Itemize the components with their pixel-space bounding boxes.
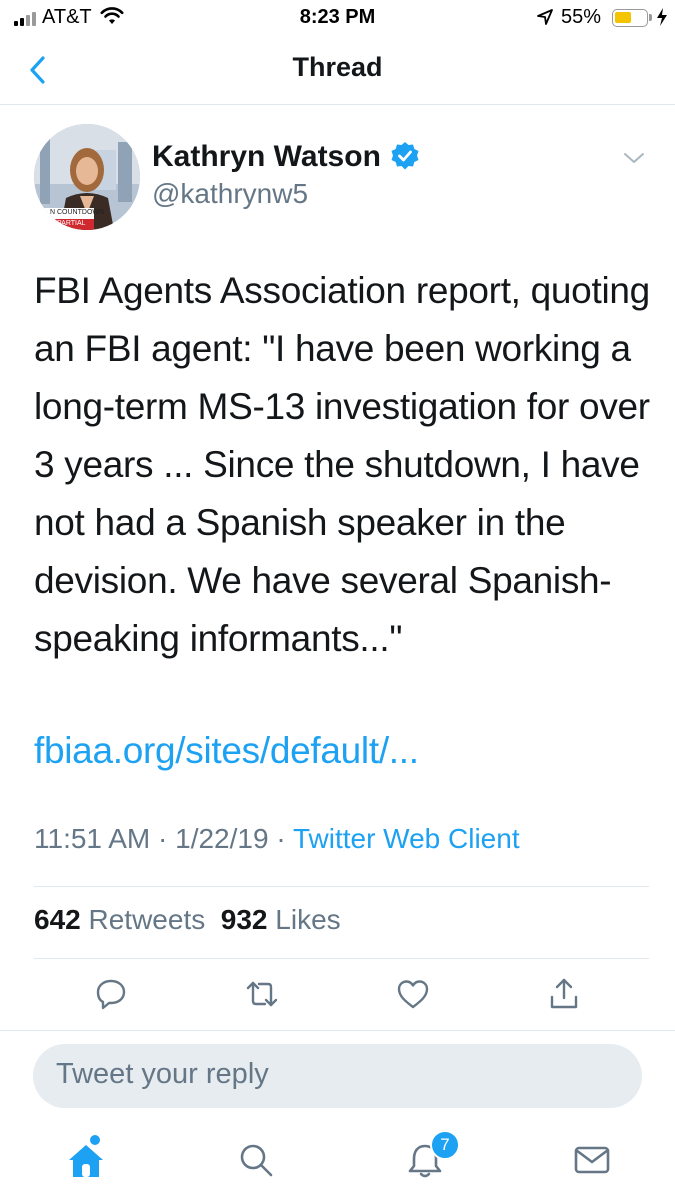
tweet-text: FBI Agents Association report, quoting a… xyxy=(34,270,650,659)
likes-stat[interactable]: 932 Likes xyxy=(221,904,341,935)
likes-label: Likes xyxy=(275,904,341,935)
tweet-meta: 11:51 AM · 1/22/19 · Twitter Web Client xyxy=(34,823,520,855)
home-unread-dot xyxy=(90,1135,100,1145)
tweet-stats: 642 Retweets 932 Likes xyxy=(34,904,341,936)
author-name[interactable]: Kathryn Watson xyxy=(152,140,381,174)
status-bar: AT&T 8:23 PM 55% xyxy=(0,0,675,36)
avatar-caption-bottom: D PARTIAL xyxy=(50,220,86,227)
page-title: Thread xyxy=(292,52,383,82)
battery-cap xyxy=(649,14,652,21)
location-arrow-icon xyxy=(536,8,554,32)
tweet-date: 1/22/19 xyxy=(175,823,269,854)
tweet-client-link[interactable]: Twitter Web Client xyxy=(293,823,520,854)
retweets-stat[interactable]: 642 Retweets xyxy=(34,904,205,935)
battery-level-fill xyxy=(615,12,631,23)
retweets-count: 642 xyxy=(34,904,81,935)
tweet-link[interactable]: fbiaa.org/sites/default/... xyxy=(34,730,419,772)
divider xyxy=(34,958,649,959)
avatar-caption-top: N COUNTDOWN xyxy=(50,209,105,216)
retweet-icon[interactable] xyxy=(244,976,280,1012)
meta-separator: · xyxy=(158,823,176,854)
avatar[interactable]: N COUNTDOWN D PARTIAL xyxy=(34,124,140,230)
charging-bolt-icon xyxy=(656,7,668,33)
search-icon[interactable] xyxy=(236,1140,276,1180)
divider xyxy=(34,886,649,887)
messages-icon[interactable] xyxy=(572,1140,612,1180)
home-icon[interactable] xyxy=(66,1140,106,1180)
reply-placeholder: Tweet your reply xyxy=(56,1058,269,1090)
chevron-down-icon[interactable] xyxy=(622,150,646,171)
divider xyxy=(0,1030,675,1031)
battery-percentage: 55% xyxy=(561,6,602,28)
reply-icon[interactable] xyxy=(93,976,129,1012)
author-handle[interactable]: @kathrynw5 xyxy=(152,178,308,210)
notifications-badge: 7 xyxy=(430,1130,460,1160)
retweets-label: Retweets xyxy=(88,904,206,935)
share-icon[interactable] xyxy=(546,976,582,1012)
navigation-bar: Thread xyxy=(0,36,675,105)
meta-separator: · xyxy=(276,823,293,854)
battery-icon xyxy=(612,9,648,27)
likes-count: 932 xyxy=(220,904,268,935)
tweet-time: 11:51 AM xyxy=(34,823,151,854)
like-icon[interactable] xyxy=(395,976,431,1012)
verified-badge-icon xyxy=(390,141,420,176)
